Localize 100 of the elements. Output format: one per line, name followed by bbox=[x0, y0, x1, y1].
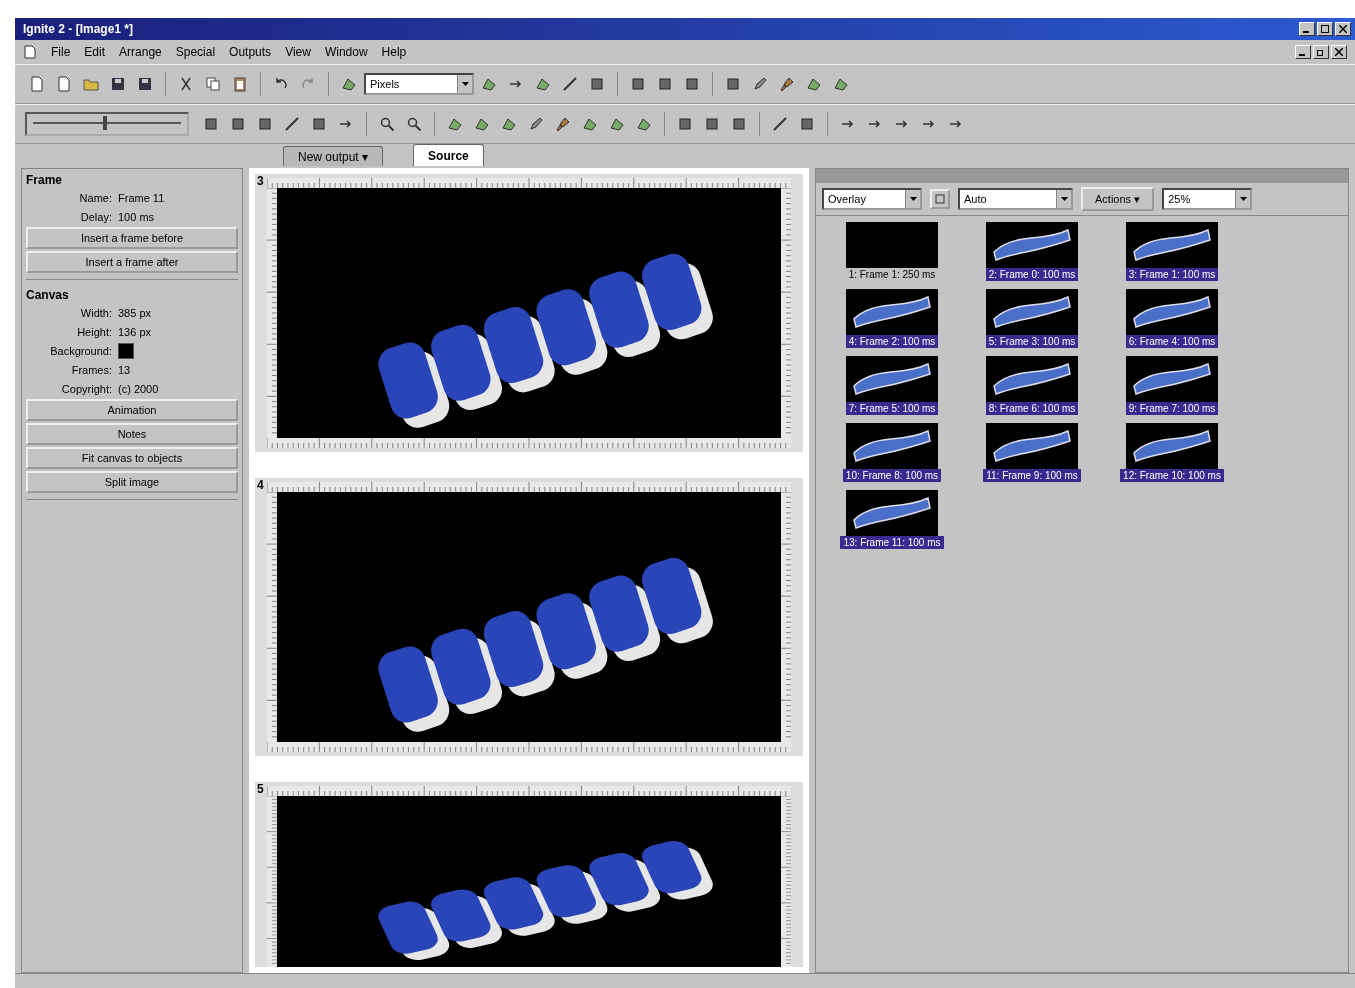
menu-item[interactable]: File bbox=[51, 45, 71, 59]
pen-icon bbox=[752, 76, 768, 92]
search-icon bbox=[406, 116, 422, 132]
shape-icon bbox=[833, 76, 849, 92]
field-label: Delay: bbox=[79, 210, 112, 223]
shape-icon bbox=[341, 76, 357, 92]
units-dropdown[interactable]: Pixels bbox=[364, 73, 474, 95]
actions-button[interactable]: Actions ▾ bbox=[1081, 187, 1155, 211]
shape-icon bbox=[481, 76, 497, 92]
frame-label[interactable]: 6: Frame 4: 100 ms bbox=[1125, 335, 1219, 348]
shape-icon bbox=[447, 116, 463, 132]
menu-item[interactable]: View bbox=[285, 45, 311, 59]
menu-item[interactable]: Special bbox=[175, 45, 216, 59]
menu-item[interactable]: Help bbox=[381, 45, 407, 59]
square-icon bbox=[657, 76, 673, 92]
field-label: Height: bbox=[76, 325, 112, 338]
frame-label[interactable]: 3: Frame 1: 100 ms bbox=[1125, 268, 1219, 281]
panel-button[interactable]: Notes bbox=[26, 423, 238, 445]
frame-thumbnail[interactable] bbox=[846, 222, 938, 268]
square-icon bbox=[630, 76, 646, 92]
shape-icon bbox=[501, 116, 517, 132]
square-icon bbox=[203, 116, 219, 132]
frame-label[interactable]: 13: Frame 11: 100 ms bbox=[840, 536, 944, 549]
zoom-dropdown[interactable]: 25% bbox=[1162, 188, 1253, 210]
preview-dropdown[interactable]: Auto bbox=[958, 188, 1073, 210]
brush-icon bbox=[779, 76, 795, 92]
pen-icon bbox=[528, 116, 544, 132]
frames-icon bbox=[935, 194, 945, 204]
toolbar-button[interactable] bbox=[930, 189, 950, 209]
panel-button[interactable]: Split image bbox=[26, 471, 238, 493]
frame-label[interactable]: 9: Frame 7: 100 ms bbox=[1125, 402, 1219, 415]
frame-label[interactable]: 5: Frame 3: 100 ms bbox=[985, 335, 1079, 348]
close-icon bbox=[1335, 48, 1343, 56]
brush-icon bbox=[555, 116, 571, 132]
square-icon bbox=[731, 116, 747, 132]
restore-button[interactable] bbox=[1313, 45, 1329, 59]
shape-icon bbox=[609, 116, 625, 132]
color-swatch[interactable] bbox=[118, 342, 134, 359]
square-icon bbox=[684, 76, 700, 92]
shape-icon bbox=[806, 76, 822, 92]
scissors-icon bbox=[178, 76, 194, 92]
frame-label[interactable]: 2: Frame 0: 100 ms bbox=[985, 268, 1079, 281]
line-icon bbox=[284, 116, 300, 132]
pages-icon bbox=[205, 76, 221, 92]
frame-number: 4 bbox=[257, 478, 264, 492]
square-icon bbox=[799, 116, 815, 132]
menu-item[interactable]: Edit bbox=[84, 45, 106, 59]
field-value: Frame 11 bbox=[118, 191, 165, 204]
folder-icon bbox=[83, 76, 99, 92]
section-heading: Canvas bbox=[26, 288, 70, 302]
frame-label[interactable]: 11: Frame 9: 100 ms bbox=[983, 469, 1081, 482]
clipboard-icon bbox=[232, 76, 248, 92]
field-label: Frames: bbox=[70, 363, 112, 376]
close-button[interactable] bbox=[1335, 22, 1351, 36]
field-value: (c) 2000 bbox=[118, 382, 159, 395]
field-label: Copyright: bbox=[60, 382, 112, 395]
search-icon bbox=[379, 116, 395, 132]
shape-icon bbox=[474, 116, 490, 132]
panel-button[interactable]: Insert a frame after bbox=[26, 251, 238, 273]
window-title: Ignite 2 - [Image1 *] bbox=[23, 22, 134, 36]
field-value: 385 px bbox=[118, 306, 152, 319]
panel-button[interactable]: Fit canvas to objects bbox=[26, 447, 238, 469]
frame-label[interactable]: 7: Frame 5: 100 ms bbox=[845, 402, 939, 415]
mode-dropdown[interactable]: Overlay bbox=[822, 188, 922, 210]
panel-button[interactable]: Animation bbox=[26, 399, 238, 421]
field-label: Background: bbox=[49, 344, 112, 357]
field-label: Name: bbox=[78, 191, 112, 204]
line-icon bbox=[772, 116, 788, 132]
maximize-button[interactable] bbox=[1317, 22, 1333, 36]
field-value: 136 px bbox=[118, 325, 152, 338]
close-icon bbox=[1339, 25, 1347, 33]
frame-number: 5 bbox=[257, 782, 264, 796]
tab[interactable]: Source bbox=[413, 144, 484, 166]
close-button[interactable] bbox=[1331, 45, 1347, 59]
shape-icon bbox=[636, 116, 652, 132]
square-icon bbox=[677, 116, 693, 132]
frame-label[interactable]: 10: Frame 8: 100 ms bbox=[842, 469, 942, 482]
page-icon bbox=[56, 76, 72, 92]
maximize-icon bbox=[1321, 25, 1329, 33]
slider-thumb[interactable] bbox=[103, 116, 107, 130]
square-icon bbox=[311, 116, 327, 132]
section-heading: Frame bbox=[26, 173, 64, 187]
frame-label[interactable]: 4: Frame 2: 100 ms bbox=[845, 335, 939, 348]
square-icon bbox=[589, 76, 605, 92]
square-icon bbox=[704, 116, 720, 132]
frame-number: 3 bbox=[257, 174, 264, 188]
minimize-button[interactable] bbox=[1299, 22, 1315, 36]
frame-label[interactable]: 8: Frame 6: 100 ms bbox=[985, 402, 1079, 415]
page-icon bbox=[29, 76, 45, 92]
minimize-button[interactable] bbox=[1295, 45, 1311, 59]
menu-item[interactable]: Arrange bbox=[119, 45, 162, 59]
menu-item[interactable]: Outputs bbox=[229, 45, 272, 59]
tab[interactable]: New output ▾ bbox=[283, 146, 384, 166]
panel-button[interactable]: Insert a frame before bbox=[26, 227, 238, 249]
square-icon bbox=[230, 116, 246, 132]
shape-icon bbox=[535, 76, 551, 92]
frame-label[interactable]: 1: Frame 1: 250 ms bbox=[845, 268, 939, 281]
frame-label[interactable]: 12: Frame 10: 100 ms bbox=[1120, 469, 1224, 482]
menu-item[interactable]: Window bbox=[324, 45, 368, 59]
field-value: 13 bbox=[118, 363, 131, 376]
